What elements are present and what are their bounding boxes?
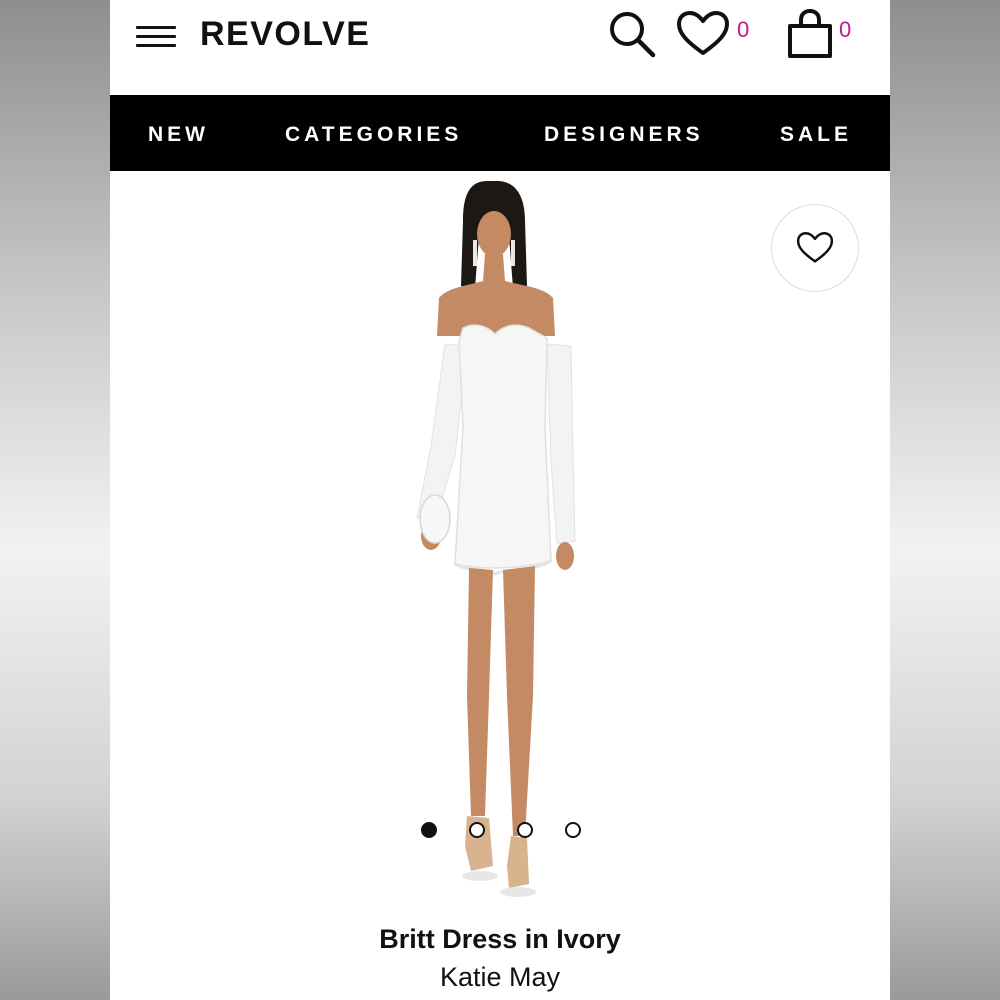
mobile-screen: REVOLVE 0 0 NEW CATEGORIES DESIGNERS SAL… [110, 0, 890, 1000]
shopping-bag-icon[interactable] [784, 8, 836, 60]
product-brand[interactable]: Katie May [110, 962, 890, 993]
main-nav: NEW CATEGORIES DESIGNERS SALE [110, 95, 890, 171]
carousel-dot-1[interactable] [421, 822, 437, 838]
product-title: Britt Dress in Ivory [379, 924, 621, 954]
nav-item-categories[interactable]: CATEGORIES [285, 95, 462, 171]
carousel-indicators [110, 822, 890, 842]
nav-item-sale[interactable]: SALE [780, 95, 852, 171]
wishlist-count: 0 [737, 17, 750, 42]
product-image-area [110, 171, 890, 911]
search-icon[interactable] [606, 8, 658, 60]
heart-outline-icon [796, 231, 834, 263]
carousel-dot-4[interactable] [565, 822, 581, 838]
hamburger-menu-icon[interactable] [136, 26, 178, 48]
bag-count: 0 [839, 17, 852, 42]
left-background [0, 0, 110, 1000]
nav-item-new[interactable]: NEW [148, 95, 209, 171]
carousel-dot-3[interactable] [517, 822, 533, 838]
favorite-button[interactable] [771, 204, 859, 292]
heart-icon[interactable] [676, 10, 730, 58]
nav-item-designers[interactable]: DESIGNERS [544, 95, 704, 171]
right-background [890, 0, 1000, 1000]
site-logo[interactable]: REVOLVE [200, 14, 370, 54]
carousel-dot-2[interactable] [469, 822, 485, 838]
product-image[interactable] [375, 176, 615, 911]
site-header: REVOLVE 0 0 [110, 0, 890, 95]
